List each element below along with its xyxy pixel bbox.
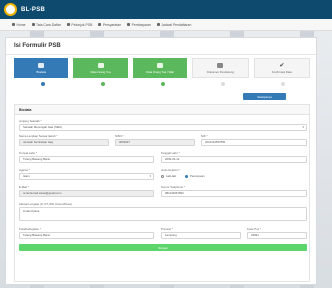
check-icon: ✔ (279, 63, 285, 69)
list-icon (98, 23, 102, 26)
nav-persyaratan[interactable]: Persyaratan (98, 23, 121, 27)
group-icon (97, 62, 104, 68)
tempat-lahir-label: Tempat Lahir * (19, 151, 38, 155)
top-bar: BL-PSB (0, 0, 332, 19)
alamat-textarea[interactable]: Lintas Kirana (19, 207, 307, 221)
radio-selected-icon (185, 174, 188, 178)
step-data-wali[interactable]: Data Orang Tua / Wali (132, 58, 188, 78)
telepon-field[interactable]: 081234567890 (161, 190, 307, 197)
radio-icon (161, 174, 164, 178)
program-select[interactable]: Sekolah Menengah Atas (SMA) ▾ (19, 124, 307, 131)
step-biodata[interactable]: Biodata (14, 58, 69, 78)
step-indicators (14, 82, 310, 88)
file-icon (217, 62, 224, 68)
info-icon (31, 23, 35, 26)
nisn-label: NISN * (115, 134, 124, 138)
kode-pos-field[interactable]: 34691 (247, 232, 307, 239)
provinsi-label: Provinsi * (161, 227, 173, 231)
radio-laki-laki[interactable]: Laki-laki (161, 174, 176, 178)
nav-home[interactable]: Home (12, 23, 26, 27)
tempat-lahir-field[interactable]: Tulang Bawang Barat (19, 156, 154, 163)
biodata-form: Biodata Jenjang Sekolah * Sekolah Meneng… (14, 104, 310, 282)
radio-perempuan[interactable]: Perempuan (185, 174, 204, 178)
step-dot (221, 82, 225, 86)
telepon-label: Nomor Telephone * (161, 185, 185, 189)
nisn-field[interactable]: 0053637 (115, 139, 195, 146)
chevron-down-icon: ▾ (302, 125, 304, 129)
nav-pembayaran[interactable]: Pembayaran (127, 23, 151, 27)
book-icon (66, 23, 70, 26)
email-field[interactable]: contohemail.siswa@gmail.com (19, 190, 154, 197)
nama-field[interactable]: Jamaah Sentrawan Haq (19, 139, 109, 146)
agama-label: Agama * (19, 168, 30, 172)
wizard-steps: Biodata Data Orang Tua Data Orang Tua / … (14, 58, 311, 78)
program-label: Jenjang Sekolah * (19, 119, 42, 123)
tanggal-lahir-field[interactable]: 2009-04-12 (161, 156, 307, 163)
save-button[interactable]: Simpan (19, 244, 307, 251)
nik-label: NIK * (201, 134, 208, 138)
nav-jadwal[interactable]: Jadwal Pendaftaran (156, 23, 191, 27)
step-dot (281, 82, 285, 86)
kode-pos-label: Kode Pos * (247, 227, 261, 231)
step-dot (41, 82, 45, 86)
step-dot (101, 82, 105, 86)
next-button[interactable]: Selanjutnya (243, 93, 286, 100)
alamat-label: Alamat Lengkap (Jl, RT, RW, Dusun/Desa) (19, 202, 72, 206)
step-dot (161, 82, 165, 86)
nav-tata-cara[interactable]: Tata Cara Daftar (31, 23, 61, 27)
page-title: Isi Formulir PSB (14, 43, 61, 49)
nik-field[interactable]: 3201234567890 (201, 139, 307, 146)
form-panel: Isi Formulir PSB Biodata Data Orang Tua … (5, 37, 317, 285)
step-konfirmasi[interactable]: ✔ Konfirmasi Data (253, 58, 311, 78)
email-label: E-Mail * (19, 185, 29, 189)
logo-icon (4, 3, 17, 16)
main-nav: Home Tata Cara Daftar Petunjuk PSB Persy… (0, 19, 332, 31)
chevron-down-icon: ▾ (149, 174, 151, 178)
home-icon (12, 23, 15, 26)
kabupaten-label: Kota/Kabupaten * (19, 227, 41, 231)
form-header: Biodata (15, 105, 309, 115)
nav-petunjuk[interactable]: Petunjuk PSB (66, 23, 92, 27)
provinsi-field[interactable]: Lampung (161, 232, 241, 239)
calendar-icon (156, 23, 160, 26)
kabupaten-field[interactable]: Tulang Bawang Barat (19, 232, 154, 239)
nama-label: Nama Lengkap Sesuai Ijazah * (19, 134, 58, 138)
user-icon (38, 62, 45, 68)
tanggal-lahir-label: Tanggal Lahir * (161, 151, 180, 155)
jenis-kelamin-label: Jenis Kelamin * (161, 168, 181, 172)
agama-select[interactable]: Islam ▾ (19, 173, 154, 180)
title-divider (6, 54, 316, 55)
money-icon (127, 23, 131, 26)
brand-title: BL-PSB (21, 6, 46, 13)
step-dokumen[interactable]: Dokumen Pendukung (192, 58, 249, 78)
users-icon (157, 62, 164, 68)
step-data-orang-tua[interactable]: Data Orang Tua (73, 58, 128, 78)
